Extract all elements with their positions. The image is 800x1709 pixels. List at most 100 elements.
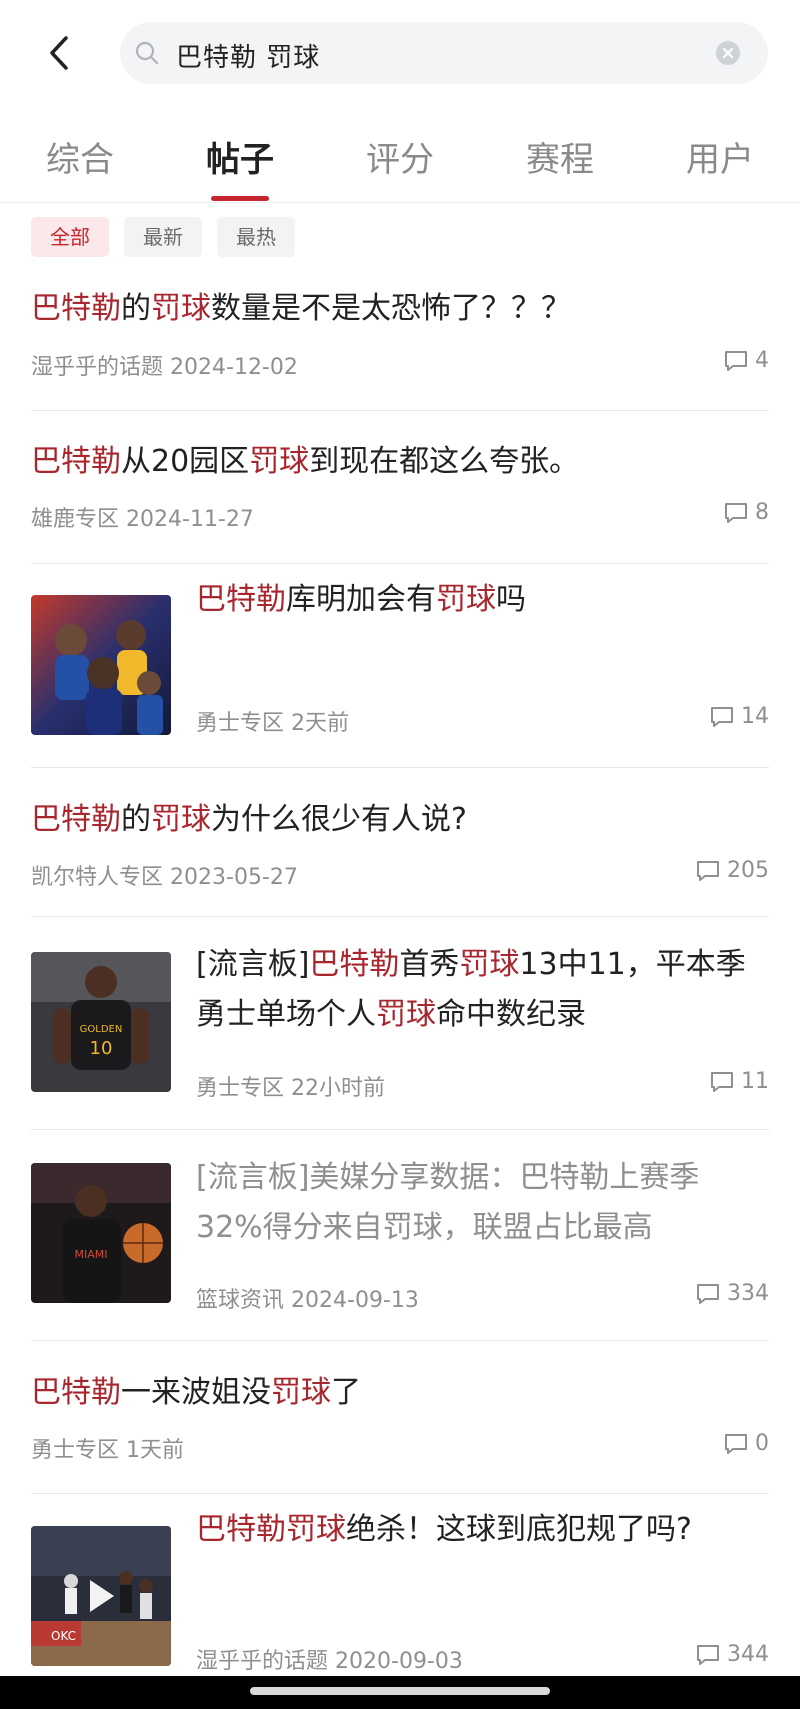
title-highlight: 罚球 xyxy=(151,802,211,837)
post-item[interactable]: 巴特勒的罚球为什么很少有人说? 凯尔特人专区 2023-05-27 205 xyxy=(31,767,769,917)
svg-text:GOLDEN: GOLDEN xyxy=(80,1024,123,1035)
comment-icon xyxy=(725,1433,747,1454)
post-title: 巴特勒的罚球为什么很少有人说? xyxy=(31,795,467,845)
comment-count: 11 xyxy=(709,1069,769,1094)
post-time: 2024-12-02 xyxy=(170,355,298,380)
post-time: 2024-11-27 xyxy=(126,507,254,532)
tab-ratings[interactable]: 评分 xyxy=(340,130,460,202)
warriors-jersey-image: GOLDEN 10 xyxy=(31,952,171,1092)
clear-search-button[interactable] xyxy=(716,41,740,65)
tab-posts[interactable]: 帖子 xyxy=(180,130,300,202)
title-highlight: 巴特勒 xyxy=(196,582,286,617)
comment-number: 8 xyxy=(755,500,769,525)
post-title: 巴特勒的罚球数量是不是太恐怖了？？？ xyxy=(31,284,571,334)
post-thumbnail: MIAMI xyxy=(31,1163,171,1303)
title-text: 勇士单场个人 xyxy=(196,997,376,1032)
post-item[interactable]: OKC 巴特勒罚球绝杀！这球到底犯规了吗? 湿乎乎的话题 2020-09-03 … xyxy=(31,1493,769,1676)
post-title-line-1: [流言板]巴特勒首秀罚球13中11，平本季 xyxy=(196,940,746,990)
tab-users[interactable]: 用户 xyxy=(660,130,780,202)
post-meta: 雄鹿专区 2024-11-27 xyxy=(31,501,254,533)
post-item[interactable]: GOLDEN 10 [流言板]巴特勒首秀罚球13中11，平本季 勇士单场个人罚球… xyxy=(31,916,769,1130)
tab-label: 帖子 xyxy=(206,140,274,180)
chevron-left-icon xyxy=(50,36,68,70)
title-highlight: 巴特勒 xyxy=(31,291,121,326)
comment-count: 205 xyxy=(695,858,769,883)
comment-count: 14 xyxy=(709,704,769,729)
tab-schedule[interactable]: 赛程 xyxy=(500,130,620,202)
title-text: 为什么很少有人说? xyxy=(211,802,467,837)
title-text: 库明加会有 xyxy=(286,582,436,617)
comment-number: 14 xyxy=(741,704,769,729)
title-highlight: 罚球 xyxy=(271,1375,331,1410)
title-highlight: 巴特勒 xyxy=(31,444,121,479)
title-text: 的 xyxy=(121,291,151,326)
comment-icon xyxy=(697,1283,719,1304)
comment-count: 4 xyxy=(723,348,769,373)
tab-overview[interactable]: 综合 xyxy=(20,130,140,202)
comment-number: 0 xyxy=(755,1431,769,1456)
filter-latest[interactable]: 最新 xyxy=(124,217,202,257)
comment-count: 0 xyxy=(723,1431,769,1456)
comment-icon xyxy=(725,502,747,523)
post-item[interactable]: 巴特勒的罚球数量是不是太恐怖了？？？ 湿乎乎的话题 2024-12-02 4 xyxy=(31,262,769,411)
post-title: 巴特勒库明加会有罚球吗 xyxy=(196,575,526,625)
post-time: 2天前 xyxy=(291,711,350,736)
comment-number: 334 xyxy=(727,1281,769,1306)
title-text: 数量是不是太恐怖了？？？ xyxy=(211,291,571,326)
post-title: 巴特勒一来波姐没罚球了 xyxy=(31,1368,361,1418)
tab-bar: 综合 帖子 评分 赛程 用户 xyxy=(0,130,800,203)
post-source: 雄鹿专区 xyxy=(31,507,120,532)
post-item[interactable]: 巴特勒从20园区罚球到现在都这么夸张。 雄鹿专区 2024-11-27 8 xyxy=(31,410,769,564)
comment-count: 334 xyxy=(695,1281,769,1306)
post-source: 勇士专区 xyxy=(196,711,285,736)
svg-text:OKC: OKC xyxy=(51,1629,76,1643)
comment-icon xyxy=(697,860,719,881)
svg-text:MIAMI: MIAMI xyxy=(75,1248,108,1261)
comment-count: 344 xyxy=(695,1642,769,1667)
post-title-line-1: [流言板]美媒分享数据：巴特勒上赛季 xyxy=(196,1160,700,1195)
post-item[interactable]: 巴特勒一来波姐没罚球了 勇士专区 1天前 0 xyxy=(31,1340,769,1494)
title-text: 了 xyxy=(331,1375,361,1410)
title-text: 13中11，平本季 xyxy=(519,947,746,982)
search-header: 巴特勒 罚球 xyxy=(0,0,800,110)
title-text: 吗 xyxy=(496,582,526,617)
svg-text:10: 10 xyxy=(90,1038,113,1059)
post-thumbnail xyxy=(31,595,171,735)
close-icon xyxy=(722,47,734,59)
tab-label: 赛程 xyxy=(526,140,594,180)
back-button[interactable] xyxy=(40,28,84,78)
post-source: 凯尔特人专区 xyxy=(31,865,164,890)
search-query: 巴特勒 罚球 xyxy=(176,43,321,73)
title-highlight: 巴特勒 xyxy=(309,947,400,982)
home-indicator[interactable] xyxy=(250,1687,550,1695)
tab-label: 用户 xyxy=(686,140,754,180)
post-thumbnail: GOLDEN 10 xyxy=(31,952,171,1092)
title-highlight: 罚球 xyxy=(151,291,211,326)
filter-hottest[interactable]: 最热 xyxy=(217,217,295,257)
title-text: 命中数纪录 xyxy=(436,997,586,1032)
post-title: 巴特勒罚球绝杀！这球到底犯规了吗? xyxy=(196,1505,692,1555)
comment-icon xyxy=(697,1644,719,1665)
title-highlight: 巴特勒罚球 xyxy=(196,1512,346,1547)
post-title-line-2: 勇士单场个人罚球命中数纪录 xyxy=(196,990,586,1040)
title-highlight: 罚球 xyxy=(436,582,496,617)
post-thumbnail[interactable]: OKC xyxy=(31,1526,171,1666)
post-item[interactable]: MIAMI [流言板]美媒分享数据：巴特勒上赛季 32%得分来自罚球，联盟占比最… xyxy=(31,1129,769,1341)
play-icon xyxy=(90,1580,114,1612)
title-highlight: 罚球 xyxy=(459,947,520,982)
filter-all[interactable]: 全部 xyxy=(31,217,109,257)
post-source: 湿乎乎的话题 xyxy=(31,355,164,380)
comment-number: 11 xyxy=(741,1069,769,1094)
title-text: 一来波姐没 xyxy=(121,1375,271,1410)
post-title: 巴特勒从20园区罚球到现在都这么夸张。 xyxy=(31,437,579,487)
title-text: [流言板] xyxy=(196,947,310,982)
title-text: 从20园区 xyxy=(121,444,250,479)
search-input[interactable]: 巴特勒 罚球 xyxy=(120,22,768,84)
title-highlight: 巴特勒 xyxy=(31,1375,121,1410)
post-source: 篮球资讯 xyxy=(196,1288,285,1313)
post-item[interactable]: 巴特勒库明加会有罚球吗 勇士专区 2天前 14 xyxy=(31,563,769,768)
post-source: 勇士专区 xyxy=(196,1076,285,1101)
post-time: 22小时前 xyxy=(291,1076,386,1101)
post-time: 2023-05-27 xyxy=(170,865,298,890)
post-title-line-2: 32%得分来自罚球，联盟占比最高 xyxy=(196,1210,653,1245)
